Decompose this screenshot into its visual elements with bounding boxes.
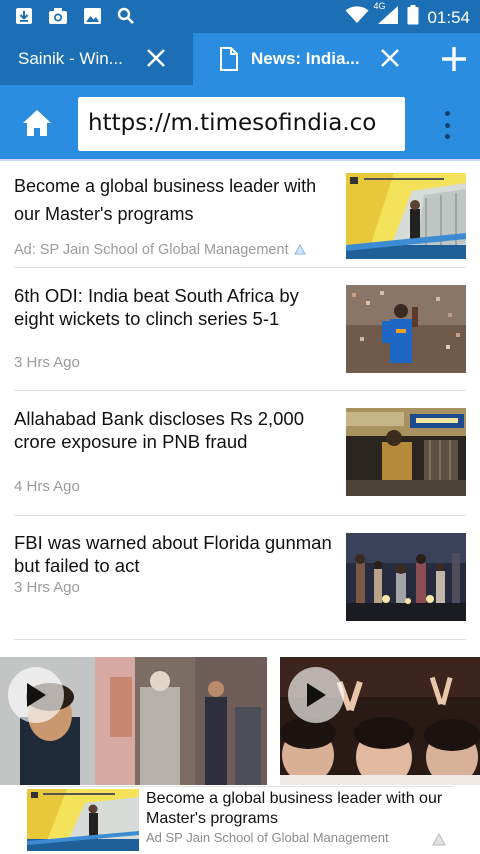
list-item[interactable]: FBI was warned about Florida gunman but … [14,531,466,631]
list-item-ad[interactable]: Become a global business leader with our… [14,171,466,267]
video-carousel [0,657,480,785]
banner-ad[interactable]: Become a global business leader with our… [27,786,453,852]
signal-icon: 4G [373,1,399,30]
divider [14,515,466,516]
close-tab-icon[interactable] [145,47,167,69]
battery-icon [407,5,419,30]
notification-icons [14,6,136,26]
close-tab-icon[interactable] [379,47,401,69]
video-card[interactable] [0,657,267,785]
timestamp: 3 Hrs Ago [14,579,80,596]
ad-sponsor: Ad: SP Jain School of Global Management [14,242,307,258]
article-thumbnail [346,408,466,496]
headline: Become a global business leader with our… [14,176,317,224]
new-tab-button[interactable] [427,33,480,85]
plus-icon [441,47,466,71]
headline: Allahabad Bank discloses Rs 2,000 crore … [14,408,305,452]
video-card[interactable] [280,657,480,785]
ad-sponsor-text: Ad: SP Jain School of Global Management [14,242,289,258]
overflow-menu-icon[interactable] [440,111,454,139]
divider [14,390,466,391]
banner-ad-sponsor: Ad SP Jain School of Global Management [146,830,389,845]
list-item[interactable]: 6th ODI: India beat South Africa by eigh… [14,284,466,384]
tab-sainik[interactable]: Sainik - Win... [0,33,193,85]
ad-choices-icon[interactable] [431,831,447,852]
camera-icon [48,6,68,26]
download-icon [14,6,34,26]
address-bar[interactable]: https://m.timesofindia.co [78,97,405,151]
document-icon [219,47,239,71]
clock: 01:54 [427,7,470,27]
status-bar: 4G 01:54 [0,0,480,33]
play-icon[interactable] [8,667,64,723]
ad-thumbnail [346,173,466,259]
article-thumbnail [346,285,466,373]
image-icon [82,6,102,26]
headline: FBI was warned about Florida gunman but … [14,532,332,576]
search-icon [116,6,136,26]
tab-label: Sainik - Win... [18,49,123,68]
home-icon[interactable] [22,109,52,137]
tab-label: News: India... [251,49,360,68]
timestamp: 3 Hrs Ago [14,354,80,371]
tab-bar: Sainik - Win... News: India... [0,33,480,85]
divider [14,267,466,268]
browser-toolbar: https://m.timesofindia.co [0,85,480,161]
banner-ad-text: Become a global business leader with our… [146,790,443,827]
ad-choices-icon[interactable] [293,242,307,256]
network-type: 4G [373,1,386,11]
play-icon[interactable] [288,667,344,723]
wifi-icon [345,6,369,29]
timestamp: 4 Hrs Ago [14,478,80,495]
banner-ad-image [27,789,139,851]
divider [14,639,466,640]
article-thumbnail [346,533,466,621]
tab-news[interactable]: News: India... [193,33,427,85]
headline: 6th ODI: India beat South Africa by eigh… [14,285,299,329]
list-item[interactable]: Allahabad Bank discloses Rs 2,000 crore … [14,407,466,507]
